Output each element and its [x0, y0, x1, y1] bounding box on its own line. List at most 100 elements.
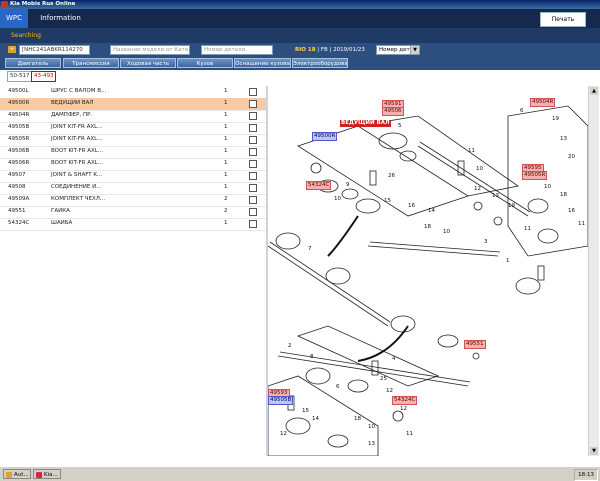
- diagram-number: 16: [408, 203, 415, 209]
- vin-input[interactable]: [NHC241ABKR114270: [19, 45, 90, 55]
- row-checkbox[interactable]: [249, 148, 257, 156]
- diagram-number: 19: [552, 116, 559, 122]
- diagram-number: 15: [384, 198, 391, 204]
- vehicle-date: 2019/01/23: [333, 47, 365, 53]
- diagram-number: 12: [400, 406, 407, 412]
- taskbar-item-label: Kia...: [44, 472, 58, 478]
- print-button[interactable]: Печать: [540, 12, 586, 27]
- diagram-number: 5: [398, 123, 402, 129]
- diagram-scrollbar[interactable]: ▲ ▼: [588, 86, 599, 456]
- diagram-number: 11: [406, 431, 413, 437]
- diagram-number: 3: [484, 239, 488, 245]
- scroll-down-icon[interactable]: ▼: [590, 447, 598, 455]
- app-icon: [6, 472, 12, 478]
- diagram-number: 16: [568, 208, 575, 214]
- part-code: 49507: [8, 172, 26, 178]
- tab-wpc[interactable]: WPC: [0, 9, 28, 28]
- diagram-number: 13: [368, 441, 375, 447]
- parts-diagram[interactable]: ВЕДУЩИЙ ВАЛ 49591 49506 49500R 54324C 49…: [268, 86, 588, 456]
- tab-transmission[interactable]: Трансмиссия: [63, 58, 119, 68]
- callout-49504R[interactable]: 49504R: [530, 98, 556, 107]
- window-title: Kia Mobis Rus Online: [10, 1, 76, 7]
- part-qty: 2: [224, 208, 228, 214]
- part-name: ДАМПФЕР, ПР.: [51, 112, 93, 118]
- tab-electrical[interactable]: Электрооборудован: [292, 58, 348, 68]
- part-name: JOINT KIT-FR AXL...: [51, 124, 103, 130]
- row-checkbox[interactable]: [249, 136, 257, 144]
- diagram-number: 6: [336, 384, 340, 390]
- part-code: 49506B: [8, 148, 30, 154]
- tab-chassis[interactable]: Ходовая часть: [120, 58, 176, 68]
- add-button[interactable]: +: [8, 46, 16, 53]
- part-name: ВЕДУЩИЙ ВАЛ: [51, 100, 94, 106]
- row-checkbox[interactable]: [249, 184, 257, 192]
- part-qty: 1: [224, 124, 228, 130]
- scroll-up-icon[interactable]: ▲: [590, 87, 598, 95]
- diagram-number: 18: [560, 192, 567, 198]
- row-checkbox[interactable]: [249, 112, 257, 120]
- part-number-input[interactable]: Номер детали: [201, 45, 273, 55]
- searching-status: Searching: [11, 32, 41, 39]
- diagram-number: 18: [424, 224, 431, 230]
- group-tag-active[interactable]: 43-493: [31, 71, 57, 82]
- diagram-number: 11: [524, 226, 531, 232]
- part-name: КОМПЛЕКТ ЧЕХЛ...: [51, 196, 106, 202]
- callout-54324C-lower[interactable]: 54324C: [392, 396, 418, 405]
- diagram-number: 26: [388, 173, 395, 179]
- diagram-number: 11: [578, 221, 585, 227]
- search-type-value: Номер дет: [379, 47, 410, 53]
- app-icon: [36, 472, 42, 478]
- part-code: 49504R: [8, 112, 30, 118]
- row-checkbox[interactable]: [249, 100, 257, 108]
- table-row[interactable]: 54324C ШАЙБА 1: [0, 218, 266, 231]
- part-code: 54324C: [8, 220, 30, 226]
- part-name: ШРУС С ВАЛОМ В...: [51, 88, 107, 94]
- row-checkbox[interactable]: [249, 208, 257, 216]
- diagram-number: 2: [288, 343, 292, 349]
- callout-49506[interactable]: 49506: [382, 107, 404, 116]
- row-checkbox[interactable]: [249, 160, 257, 168]
- part-name: JOINT KIT-FR AXL...: [51, 136, 103, 142]
- row-checkbox[interactable]: [249, 88, 257, 96]
- part-name: ГАЙКА: [51, 208, 70, 214]
- part-name: JOINT & SHAFT K...: [51, 172, 103, 178]
- callout-49505B[interactable]: 49505B: [268, 396, 294, 405]
- category-tabs: Двигатель Трансмиссия Ходовая часть Кузо…: [0, 56, 600, 70]
- part-name: ШАЙБА: [51, 220, 73, 226]
- row-checkbox[interactable]: [249, 196, 257, 204]
- tab-engine[interactable]: Двигатель: [5, 58, 61, 68]
- selected-part-label: ВЕДУЩИЙ ВАЛ: [340, 120, 391, 127]
- diagram-number: 9: [346, 182, 350, 188]
- search-type-select[interactable]: Номер дет: [376, 45, 414, 55]
- row-checkbox[interactable]: [249, 172, 257, 180]
- callout-49551[interactable]: 49551: [464, 340, 486, 349]
- diagram-number: 12: [386, 388, 393, 394]
- part-code: 49551: [8, 208, 26, 214]
- taskbar-item[interactable]: Aut...: [3, 469, 31, 479]
- parts-list: 49500L ШРУС С ВАЛОМ В... 1 49500R ВЕДУЩИ…: [0, 86, 266, 456]
- part-qty: 1: [224, 100, 228, 106]
- taskbar-item-active[interactable]: Kia...: [33, 469, 61, 479]
- row-checkbox[interactable]: [249, 220, 257, 228]
- diagram-number: 13: [560, 136, 567, 142]
- tab-body-equipment[interactable]: Оснащение кузова: [234, 58, 291, 68]
- chevron-down-icon[interactable]: ▼: [410, 45, 420, 55]
- model-search-input[interactable]: Название модели от Ката: [110, 45, 190, 55]
- callout-49505R[interactable]: 49505R: [522, 171, 548, 180]
- diagram-number: 10: [476, 166, 483, 172]
- callout-54324C[interactable]: 54324C: [306, 181, 332, 190]
- tab-information[interactable]: Information: [38, 9, 83, 28]
- part-qty: 1: [224, 184, 228, 190]
- diagram-drawing: [268, 105, 588, 456]
- diagram-number: 14: [312, 416, 319, 422]
- part-qty: 1: [224, 220, 228, 226]
- vehicle-fb: FB: [320, 47, 328, 53]
- diagram-number: 18: [354, 416, 361, 422]
- tab-body[interactable]: Кузов: [177, 58, 233, 68]
- taskbar-item-label: Aut...: [14, 472, 29, 478]
- row-checkbox[interactable]: [249, 124, 257, 132]
- callout-49500R[interactable]: 49500R: [312, 132, 338, 141]
- vehicle-info: RIO 18 | FB | 2019/01/23: [295, 47, 365, 53]
- part-qty: 1: [224, 88, 228, 94]
- group-tag[interactable]: 50-517: [7, 71, 33, 82]
